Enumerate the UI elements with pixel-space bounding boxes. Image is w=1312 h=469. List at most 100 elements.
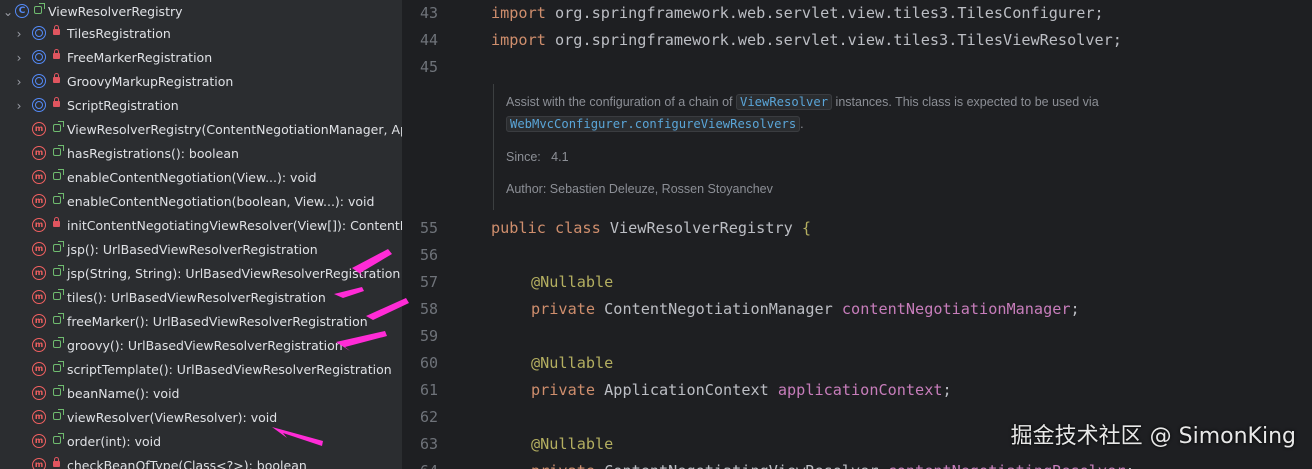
tree-item-label: groovy(): UrlBasedViewResolverRegistrati… [67, 338, 343, 353]
code-line-import[interactable]: import org.springframework.web.servlet.v… [491, 30, 1122, 50]
tree-item-method[interactable]: m hasRegistrations(): boolean [0, 142, 402, 166]
brace: { [801, 219, 812, 237]
tree-item-method[interactable]: m beanName(): void [0, 382, 402, 406]
public-access-icon [53, 241, 64, 252]
tree-item-method[interactable]: m jsp(String, String): UrlBasedViewResol… [0, 262, 402, 286]
field-name: contentNegotiatingResolver [888, 462, 1126, 469]
keyword: public class [491, 219, 601, 237]
tree-item-method[interactable]: m enableContentNegotiation(boolean, View… [0, 190, 402, 214]
class-name: ViewResolverRegistry [600, 219, 802, 237]
doc-author-value: Sebastien Deleuze, Rossen Stoyanchev [549, 182, 773, 196]
tree-item-inner-class[interactable]: › FreeMarkerRegistration [0, 46, 402, 70]
public-access-icon [53, 121, 64, 132]
tree-item-label: viewResolver(ViewResolver): void [67, 410, 278, 425]
keyword: import [491, 4, 546, 22]
method-icon: m [32, 314, 46, 328]
chevron-right-icon[interactable]: › [13, 74, 25, 90]
chevron-down-icon[interactable]: ⌄ [2, 4, 14, 20]
annotation: @Nullable [531, 354, 614, 372]
semicolon: ; [1125, 462, 1134, 469]
code-line-annotation[interactable]: @Nullable [531, 353, 613, 373]
tree-item-label: freeMarker(): UrlBasedViewResolverRegist… [67, 314, 368, 329]
line-number: 44 [419, 31, 438, 49]
tree-item-label: ScriptRegistration [67, 98, 179, 113]
doc-text: instances. This class is expected to be … [832, 95, 1099, 109]
tree-item-label: checkBeanOfType(Class<?>): boolean [67, 458, 307, 469]
tree-item-method[interactable]: m checkBeanOfType(Class<?>): boolean [0, 454, 402, 469]
doc-author: Author: Sebastien Deleuze, Rossen Stoyan… [506, 180, 773, 198]
method-icon: m [32, 458, 46, 469]
method-icon: m [32, 386, 46, 400]
field-type: ApplicationContext [595, 381, 778, 399]
public-access-icon [53, 169, 64, 180]
field-name: applicationContext [777, 381, 943, 399]
method-icon: m [32, 362, 46, 376]
lock-icon [53, 73, 60, 83]
doc-code-link[interactable]: WebMvcConfigurer.configureViewResolvers [506, 116, 801, 132]
field-type: ContentNegotiatingViewResolver [595, 462, 888, 469]
tree-root-row[interactable]: ⌄ C ViewResolverRegistry [0, 0, 402, 24]
structure-panel: ⌄ C ViewResolverRegistry › TilesRegistra… [0, 0, 402, 469]
line-number: 43 [419, 4, 438, 22]
lock-icon [53, 217, 60, 227]
tree-item-label: ViewResolverRegistry(ContentNegotiationM… [67, 122, 402, 137]
keyword: private [531, 462, 595, 469]
code-line-field[interactable]: private ContentNegotiatingViewResolver c… [531, 461, 1135, 469]
tree-item-label: scriptTemplate(): UrlBasedViewResolverRe… [67, 362, 392, 377]
tree-item-method[interactable]: m jsp(): UrlBasedViewResolverRegistratio… [0, 238, 402, 262]
chevron-right-icon[interactable]: › [13, 50, 25, 66]
tree-item-inner-class[interactable]: › GroovyMarkupRegistration [0, 70, 402, 94]
lock-icon [53, 457, 60, 467]
chevron-right-icon[interactable]: › [13, 98, 25, 114]
doc-text: Assist with the configuration of a chain… [506, 95, 736, 109]
public-access-icon [53, 289, 64, 300]
public-access-icon [53, 313, 64, 324]
code-line-class-declaration[interactable]: public class ViewResolverRegistry { [491, 218, 811, 238]
watermark: 掘金技术社区 @ SimonKing [1010, 424, 1296, 449]
tree-item-label: order(int): void [67, 434, 162, 449]
tree-item-method[interactable]: m scriptTemplate(): UrlBasedViewResolver… [0, 358, 402, 382]
tree-item-inner-class[interactable]: › TilesRegistration [0, 22, 402, 46]
tree-item-label: enableContentNegotiation(View...): void [67, 170, 317, 185]
tree-item-method[interactable]: m groovy(): UrlBasedViewResolverRegistra… [0, 334, 402, 358]
tree-item-method[interactable]: m ViewResolverRegistry(ContentNegotiatio… [0, 118, 402, 142]
code-line-annotation[interactable]: @Nullable [531, 272, 613, 292]
code-line-field[interactable]: private ApplicationContext applicationCo… [531, 380, 952, 400]
public-access-icon [53, 433, 64, 444]
public-access-icon [53, 193, 64, 204]
annotation: @Nullable [531, 435, 614, 453]
tree-item-inner-class[interactable]: › ScriptRegistration [0, 94, 402, 118]
tree-item-method[interactable]: m freeMarker(): UrlBasedViewResolverRegi… [0, 310, 402, 334]
code-editor[interactable]: 43 44 45 55 56 57 58 59 60 61 62 63 64 i… [402, 0, 1312, 469]
rendered-javadoc: Assist with the configuration of a chain… [493, 84, 1312, 210]
tree-item-method[interactable]: m initContentNegotiatingViewResolver(Vie… [0, 214, 402, 238]
lock-icon [53, 97, 60, 107]
inner-class-icon [32, 26, 46, 40]
code-line-import[interactable]: import org.springframework.web.servlet.v… [491, 3, 1104, 23]
tree-item-method[interactable]: m enableContentNegotiation(View...): voi… [0, 166, 402, 190]
field-name: contentNegotiationManager [841, 300, 1071, 318]
doc-code-link[interactable]: ViewResolver [736, 94, 833, 110]
tree-item-method[interactable]: m tiles(): UrlBasedViewResolverRegistrat… [0, 286, 402, 310]
tree-root-label: ViewResolverRegistry [48, 4, 183, 19]
protected-access-icon [53, 145, 64, 156]
tree-item-label: initContentNegotiatingViewResolver(View[… [67, 218, 402, 233]
method-icon: m [32, 170, 46, 184]
inner-class-icon [32, 50, 46, 64]
line-number: 63 [419, 435, 438, 453]
lock-icon [53, 49, 60, 59]
line-number: 62 [419, 408, 438, 426]
code-line-annotation[interactable]: @Nullable [531, 434, 613, 454]
field-type: ContentNegotiationManager [595, 300, 842, 318]
tree-item-label: tiles(): UrlBasedViewResolverRegistratio… [67, 290, 326, 305]
line-number: 45 [419, 58, 438, 76]
keyword: import [491, 31, 546, 49]
doc-description-cont: WebMvcConfigurer.configureViewResolvers. [506, 115, 804, 133]
code-line-field[interactable]: private ContentNegotiationManager conten… [531, 299, 1080, 319]
tree-item-method[interactable]: m viewResolver(ViewResolver): void [0, 406, 402, 430]
keyword: private [531, 381, 596, 399]
doc-since-value: 4.1 [551, 150, 569, 164]
chevron-right-icon[interactable]: › [13, 26, 25, 42]
tree-item-method[interactable]: m order(int): void [0, 430, 402, 454]
line-number: 56 [419, 246, 438, 264]
